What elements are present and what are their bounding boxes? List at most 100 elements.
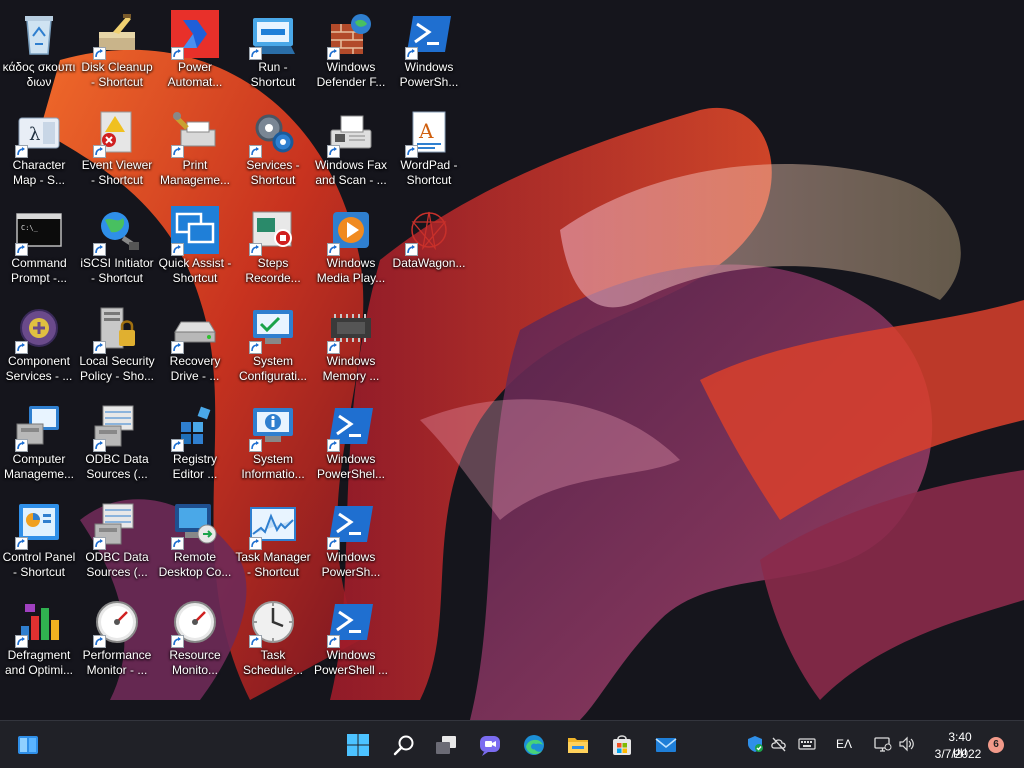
desktop-icon[interactable]: ODBC Data Sources (... (78, 494, 156, 588)
shortcut-arrow-icon (15, 145, 28, 158)
desktop-icon[interactable]: Component Services - ... (0, 298, 78, 392)
svg-text:C:\_: C:\_ (21, 224, 39, 232)
desktop-icon[interactable]: A WordPad - Shortcut (390, 102, 468, 196)
desktop-icon[interactable]: Windows PowerShel... (312, 396, 390, 490)
desktop-icon[interactable]: Power Automat... (156, 4, 234, 98)
desktop-icon[interactable]: κάδος σκουπι διων (0, 4, 78, 98)
taskbar: EΛ 3:40 μμ 3/7/2022 6 (0, 720, 1024, 768)
desktop-icon-label: Windows Media Play... (316, 256, 386, 285)
network-icon[interactable] (874, 735, 892, 753)
command-prompt-icon: C:\_ (15, 206, 63, 256)
component-services-icon (15, 304, 63, 354)
security-shield-icon[interactable] (746, 735, 764, 753)
desktop-icon[interactable]: Disk Cleanup - Shortcut (78, 4, 156, 98)
desktop-icon[interactable]: Windows PowerSh... (390, 4, 468, 98)
shortcut-arrow-icon (93, 341, 106, 354)
desktop-icon[interactable]: Print Manageme... (156, 102, 234, 196)
shortcut-arrow-icon (327, 145, 340, 158)
desktop-icon[interactable]: Windows Fax and Scan - ... (312, 102, 390, 196)
steps-recorder-icon (249, 206, 297, 256)
desktop-icon-label: Run - Shortcut (250, 60, 296, 89)
desktop-icon[interactable]: System Configurati... (234, 298, 312, 392)
desktop-icon-label: Component Services - ... (5, 354, 73, 383)
desktop-icon[interactable]: Recovery Drive - ... (156, 298, 234, 392)
desktop-icon[interactable]: Windows Defender F... (312, 4, 390, 98)
desktop-icon-label: Print Manageme... (159, 158, 231, 187)
widgets-button[interactable] (12, 729, 44, 761)
desktop-icon[interactable]: ODBC Data Sources (... (78, 396, 156, 490)
cloud-off-icon[interactable] (770, 735, 788, 753)
desktop-icon[interactable]: Remote Desktop Co... (156, 494, 234, 588)
notification-badge[interactable]: 6 (988, 737, 1004, 753)
desktop-icon[interactable]: Windows Memory ... (312, 298, 390, 392)
shortcut-arrow-icon (249, 439, 262, 452)
desktop-icon[interactable]: Task Schedule... (234, 592, 312, 686)
desktop-icon[interactable]: Local Security Policy - Sho... (78, 298, 156, 392)
desktop-icon[interactable]: Windows PowerSh... (312, 494, 390, 588)
system-info-icon (249, 402, 297, 452)
desktop-icon-label: Defragment and Optimi... (4, 648, 74, 677)
edge-button[interactable] (518, 729, 550, 761)
desktop-icon[interactable]: Run - Shortcut (234, 4, 312, 98)
desktop-icon[interactable]: Registry Editor ... (156, 396, 234, 490)
desktop-icon[interactable]: iSCSI Initiator - Shortcut (78, 200, 156, 294)
desktop-icon[interactable]: λ Character Map - S... (0, 102, 78, 196)
desktop-icon-label: Windows PowerSh... (321, 550, 381, 579)
desktop-icon[interactable]: Computer Manageme... (0, 396, 78, 490)
shortcut-arrow-icon (171, 145, 184, 158)
desktop-icon-label: Task Manager - Shortcut (235, 550, 311, 579)
desktop-icon-label: Computer Manageme... (3, 452, 75, 481)
desktop-icon[interactable]: Resource Monito... (156, 592, 234, 686)
desktop-icon[interactable]: Windows Media Play... (312, 200, 390, 294)
shortcut-arrow-icon (171, 635, 184, 648)
shortcut-arrow-icon (171, 341, 184, 354)
chat-button[interactable] (474, 729, 506, 761)
desktop-icon[interactable]: Task Manager - Shortcut (234, 494, 312, 588)
odbc-icon (93, 500, 141, 550)
task-view-button[interactable] (430, 729, 462, 761)
shortcut-arrow-icon (15, 537, 28, 550)
desktop-icon[interactable]: Windows PowerShell ... (312, 592, 390, 686)
shortcut-arrow-icon (405, 47, 418, 60)
desktop-icon[interactable]: Services - Shortcut (234, 102, 312, 196)
desktop-icon-label: Steps Recorde... (245, 256, 301, 285)
desktop-icon[interactable]: C:\_ Command Prompt -... (0, 200, 78, 294)
desktop-icon-label: System Informatio... (241, 452, 305, 481)
gauge-icon (171, 598, 219, 648)
recycle-bin-icon (15, 10, 63, 58)
desktop-icon[interactable]: Defragment and Optimi... (0, 592, 78, 686)
powershell-icon (405, 10, 453, 60)
shortcut-arrow-icon (93, 635, 106, 648)
desktop-icon-label: DataWagon... (392, 256, 466, 270)
start-button[interactable] (342, 729, 374, 761)
keyboard-icon[interactable] (798, 735, 816, 753)
mail-icon (654, 733, 678, 757)
desktop-icon[interactable]: Performance Monitor - ... (78, 592, 156, 686)
desktop-icon[interactable]: Quick Assist - Shortcut (156, 200, 234, 294)
volume-icon[interactable] (898, 735, 916, 753)
desktop-icon[interactable]: Steps Recorde... (234, 200, 312, 294)
chat-icon (478, 733, 502, 757)
firewall-icon (327, 10, 375, 60)
quick-assist-icon (171, 206, 219, 256)
widgets-icon (16, 733, 40, 757)
shortcut-arrow-icon (327, 47, 340, 60)
run-icon (249, 10, 297, 60)
search-icon (392, 733, 416, 757)
desktop-icon-label: WordPad - Shortcut (400, 158, 458, 187)
clock-date[interactable]: 3/7/2022 (930, 747, 986, 761)
desktop-icon[interactable]: Control Panel - Shortcut (0, 494, 78, 588)
store-button[interactable] (606, 729, 638, 761)
file-explorer-button[interactable] (562, 729, 594, 761)
search-button[interactable] (388, 729, 420, 761)
mail-button[interactable] (650, 729, 682, 761)
desktop-icon[interactable]: Event Viewer - Shortcut (78, 102, 156, 196)
task-view-icon (434, 733, 458, 757)
shortcut-arrow-icon (93, 145, 106, 158)
desktop-icon[interactable]: DataWagon... (390, 200, 468, 294)
desktop-icon[interactable]: System Informatio... (234, 396, 312, 490)
desktop-icon-label: Recovery Drive - ... (169, 354, 221, 383)
desktop-icon-label: iSCSI Initiator - Shortcut (80, 256, 154, 285)
desktop: κάδος σκουπι διων Disk Cleanup - Shortcut… (0, 0, 1024, 720)
input-language-indicator[interactable]: EΛ (836, 737, 852, 751)
